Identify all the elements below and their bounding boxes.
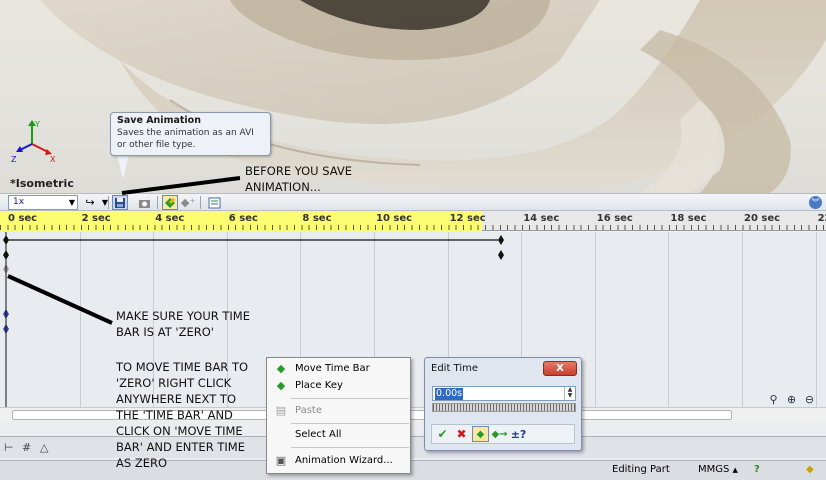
menu-item-label: Place Key <box>295 380 343 391</box>
toolbar-separator <box>157 196 158 209</box>
tick-label: 16 sec <box>596 213 633 224</box>
save-animation-button[interactable] <box>112 195 128 210</box>
playback-speed-value: 1x <box>13 197 25 207</box>
tick-label: 14 sec <box>523 213 560 224</box>
move-time-bar-icon[interactable]: ◆ <box>472 426 489 442</box>
menu-separator <box>291 447 409 448</box>
save-animation-icon <box>115 197 125 208</box>
filter-icon[interactable]: ⊢ <box>4 441 14 454</box>
status-mode: Editing Part <box>612 464 670 475</box>
toolbar-separator <box>200 196 201 209</box>
zoom-to-fit-icon[interactable]: ⚲ <box>766 392 781 406</box>
chevron-down-icon: ▼ <box>68 198 75 207</box>
triad-icon: Y X Z <box>11 120 56 164</box>
paste-icon: ▤ <box>275 404 287 417</box>
play-mode-icon[interactable]: ↪ <box>82 195 98 210</box>
chevron-down-icon[interactable]: ▼ <box>97 195 113 210</box>
tooltip-title: Save Animation <box>117 115 201 126</box>
ruler-graduations <box>0 225 826 230</box>
tick-label: 4 sec <box>155 213 185 224</box>
time-ruler[interactable]: 0 sec 2 sec 4 sec 6 sec 8 sec 10 sec 12 sec 14 … <box>0 211 826 231</box>
collapse-icon[interactable]: ︾ <box>809 196 822 209</box>
key-point[interactable] <box>498 235 504 245</box>
help-icon[interactable]: ±? <box>510 426 527 442</box>
tick-label: 18 sec <box>670 213 707 224</box>
tick-label: 0 sec <box>8 213 38 224</box>
menu-item-animation-wizard[interactable]: ▣ Animation Wizard... <box>267 452 410 470</box>
triad-x-label: X <box>50 155 56 164</box>
menu-item-label: Paste <box>295 405 322 416</box>
animation-wizard-icon: ▣ <box>275 454 287 467</box>
calculate-icon[interactable] <box>206 195 222 210</box>
time-thumbwheel[interactable] <box>432 403 576 412</box>
menu-separator <box>291 398 409 399</box>
close-button[interactable]: X <box>543 361 577 376</box>
tick-label: 10 sec <box>376 213 413 224</box>
motion-manager-toolbar: 1x ▼ ↪ ▼ ◆⁺ ︾ <box>0 193 826 211</box>
menu-item-paste: ▤ Paste <box>267 402 410 420</box>
save-animation-tooltip: Save Animation Saves the animation as an… <box>110 112 271 156</box>
dialog-button-row: ✔ ✖ ◆ ◆→ ±? <box>431 424 575 444</box>
menu-item-move-time-bar[interactable]: ◆ Move Time Bar <box>267 360 410 378</box>
spin-arrows-icon[interactable]: ▲ ▼ <box>564 387 575 400</box>
key-point[interactable] <box>498 250 504 260</box>
annotation-instructions: TO MOVE TIME BAR TO 'ZERO' RIGHT CLICK A… <box>116 360 249 470</box>
offset-icon[interactable]: ◆→ <box>491 426 508 442</box>
grid-icon[interactable]: # <box>22 441 31 454</box>
move-time-bar-icon: ◆ <box>276 362 286 375</box>
time-input-value: 0.00s <box>435 388 464 400</box>
tick-label: 8 sec <box>302 213 332 224</box>
tooltip-description: Saves the animation as an AVI or other f… <box>117 128 254 150</box>
toolbar-separator <box>108 196 109 209</box>
pin-icon[interactable]: ◆ <box>806 464 814 475</box>
ok-icon[interactable]: ✔ <box>434 426 451 442</box>
tooltip-tail <box>117 155 129 179</box>
cancel-icon[interactable]: ✖ <box>453 426 470 442</box>
view-orientation-label: *Isometric <box>10 177 74 190</box>
annotation-time-bar-zero: MAKE SURE YOUR TIME BAR IS AT 'ZERO' <box>116 309 250 339</box>
tick-label: 6 sec <box>228 213 258 224</box>
zoom-in-icon[interactable]: ⊕ <box>784 392 799 406</box>
dialog-title: Edit Time <box>431 363 479 374</box>
tick-label: 2 sec <box>81 213 111 224</box>
menu-item-place-key[interactable]: ◆ Place Key <box>267 377 410 395</box>
menu-item-label: Animation Wizard... <box>295 455 393 466</box>
triangle-icon[interactable]: △ <box>40 441 48 454</box>
place-key-icon: ◆ <box>276 379 286 392</box>
tick-label: 22 <box>817 213 826 224</box>
timeline-zoom-controls: ⚲ ⊕ ⊖ <box>766 392 817 406</box>
triad-y-label: Y <box>34 120 40 129</box>
menu-item-select-all[interactable]: Select All <box>267 426 410 444</box>
playback-speed-select[interactable]: 1x ▼ <box>8 195 78 210</box>
zoom-out-icon[interactable]: ⊖ <box>802 392 817 406</box>
close-icon: X <box>556 363 564 374</box>
tick-label: 12 sec <box>449 213 486 224</box>
help-icon[interactable]: ? <box>754 464 760 475</box>
menu-item-label: Move Time Bar <box>295 363 370 374</box>
edit-time-dialog: Edit Time X 0.00s ▲ ▼ ✔ ✖ ◆ ◆→ ±? <box>424 357 582 451</box>
menu-item-label: Select All <box>295 429 342 440</box>
tick-label: 20 sec <box>744 213 781 224</box>
annotation-before-save: BEFORE YOU SAVE ANIMATION... <box>245 164 353 194</box>
units-selector[interactable]: MMGS ▲ <box>698 464 738 475</box>
autokey-icon[interactable] <box>162 195 178 210</box>
add-update-key-icon[interactable]: ◆⁺ <box>180 195 196 210</box>
animation-wizard-icon[interactable] <box>136 195 152 210</box>
time-input[interactable]: 0.00s ▲ ▼ <box>432 386 576 401</box>
chevron-up-icon: ▲ <box>732 466 738 474</box>
units-label: MMGS <box>698 464 730 475</box>
timeline-context-menu: ◆ Move Time Bar ◆ Place Key ▤ Paste Sele… <box>266 357 411 474</box>
menu-separator <box>291 423 409 424</box>
triad-z-label: Z <box>11 155 17 164</box>
